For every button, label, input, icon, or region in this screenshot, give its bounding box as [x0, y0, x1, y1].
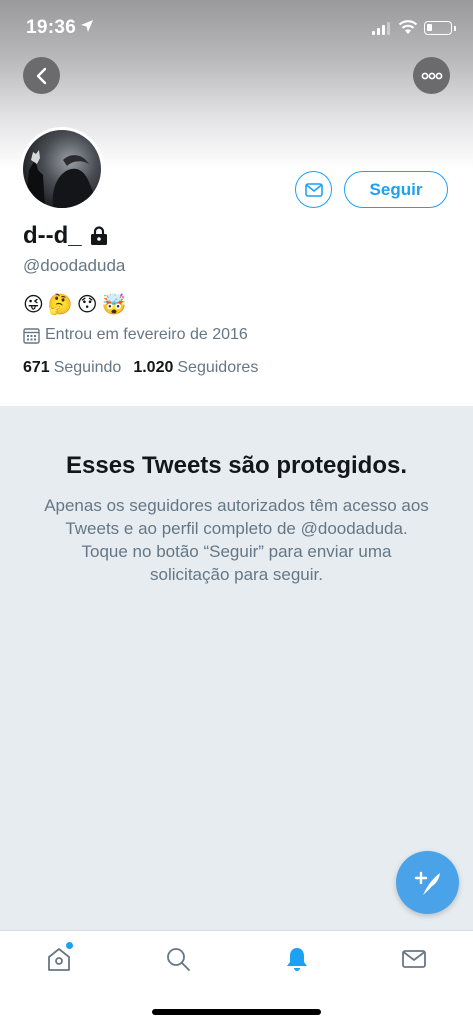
home-indicator — [152, 1009, 321, 1015]
bell-icon — [287, 948, 307, 971]
compose-tweet-button[interactable] — [396, 851, 459, 914]
tab-search[interactable] — [162, 943, 194, 975]
more-dots-icon — [421, 72, 442, 79]
tab-notifications[interactable] — [281, 943, 313, 975]
lock-icon — [90, 226, 107, 245]
protected-title: Esses Tweets são protegidos. — [65, 452, 407, 479]
following-link[interactable]: 671 Seguindo — [23, 359, 121, 377]
followers-count: 1.020 — [133, 359, 174, 376]
display-name-row: d--d_ — [23, 222, 108, 250]
emoji-thinking-face: 🤔 — [47, 294, 73, 316]
status-bar: 19:36 — [0, 0, 473, 56]
joined-date-row: Entrou em fevereiro de 2016 — [23, 326, 248, 344]
avatar[interactable] — [20, 127, 104, 211]
tab-home[interactable] — [43, 942, 75, 975]
followers-label: Seguidores — [177, 359, 259, 376]
calendar-icon — [23, 327, 40, 344]
mail-icon — [402, 950, 426, 968]
protected-description: Apenas os seguidores autorizados têm ace… — [44, 496, 429, 584]
following-label: Seguindo — [53, 359, 122, 376]
tab-messages[interactable] — [398, 943, 430, 975]
emoji-exploding-head: 🤯 — [101, 294, 127, 316]
display-name: d--d_ — [23, 222, 82, 249]
following-count: 671 — [23, 359, 50, 376]
more-options-button[interactable] — [413, 57, 450, 94]
bio: 😜 🤔 😯 🤯 — [23, 292, 127, 317]
follow-stats: 671 Seguindo 1.020 Seguidores — [23, 359, 258, 377]
back-button[interactable] — [23, 57, 60, 94]
emoji-hushed-face: 😯 — [76, 294, 98, 316]
home-badge-dot — [66, 942, 73, 949]
cellular-signal-icon — [372, 22, 390, 35]
wifi-icon — [398, 20, 418, 34]
status-time: 19:36 — [26, 17, 77, 38]
mail-icon — [304, 182, 323, 197]
search-icon — [167, 948, 190, 971]
location-arrow-icon — [81, 20, 93, 32]
emoji-zany-face: 😜 — [23, 294, 44, 316]
avatar-image — [23, 130, 101, 208]
chevron-left-icon — [36, 67, 46, 84]
joined-date: Entrou em fevereiro de 2016 — [45, 326, 248, 343]
compose-feather-icon — [414, 871, 440, 895]
follow-button[interactable]: Seguir — [344, 171, 448, 208]
battery-icon — [424, 21, 456, 35]
followers-link[interactable]: 1.020 Seguidores — [133, 359, 258, 377]
message-button[interactable] — [295, 171, 332, 208]
protected-tweets-panel — [0, 406, 473, 930]
home-icon — [48, 948, 70, 971]
handle: @doodaduda — [23, 256, 126, 275]
